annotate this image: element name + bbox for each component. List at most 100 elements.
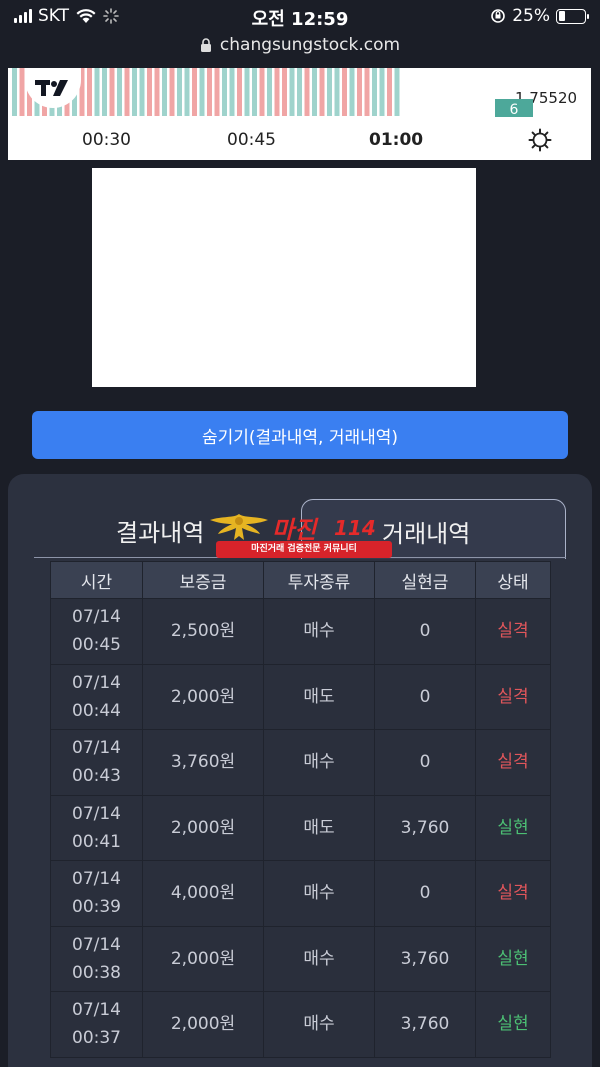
time-tick: 01:00 [369, 130, 424, 150]
cell-deposit: 2,000원 [142, 794, 264, 861]
table-row: 07/14 00:41 2,000원 매도 3,760 실현 [50, 794, 551, 861]
cell-status: 실격 [475, 860, 551, 927]
candle-bar [349, 68, 355, 116]
cell-realized: 0 [374, 663, 476, 730]
candle-bar [342, 68, 347, 116]
candle-bar [124, 68, 130, 116]
cell-deposit: 2,000원 [142, 663, 264, 730]
cell-status: 실현 [475, 991, 551, 1058]
table-row: 07/14 00:37 2,000원 매수 3,760 실현 [50, 991, 551, 1058]
cell-type: 매수 [263, 729, 375, 796]
cell-type: 매수 [263, 991, 375, 1058]
candle-bar [319, 68, 325, 116]
candle-bar [379, 68, 385, 116]
cell-realized: 0 [374, 860, 476, 927]
candle-bar [207, 68, 212, 116]
address-bar[interactable]: changsungstock.com [0, 32, 600, 58]
column-header-realized: 실현금 [374, 561, 476, 599]
cell-date-text: 07/14 [72, 607, 121, 628]
price-chart[interactable]: 1.75520 6 00:30 00:45 01:00 [8, 68, 591, 160]
cell-date-text: 07/14 [72, 1000, 121, 1021]
candle-bar [289, 68, 295, 116]
candle-bar [162, 68, 167, 116]
tab-result-history[interactable]: 결과내역 [116, 513, 204, 548]
candle-bar [222, 68, 227, 116]
watermark-subtitle: 마진거래 검증전문 커뮤니티 [216, 541, 392, 558]
candle-bar [214, 68, 220, 116]
candle-bar [334, 68, 340, 116]
candle-bar [117, 68, 122, 116]
candle-bar [312, 68, 317, 116]
cell-time-text: 00:44 [72, 700, 121, 721]
cell-time: 07/14 00:39 [50, 860, 143, 927]
cell-type: 매수 [263, 860, 375, 927]
cell-realized: 0 [374, 729, 476, 796]
candle-bar [304, 68, 310, 116]
battery-icon [556, 8, 589, 24]
cell-time-text: 00:38 [72, 962, 121, 983]
cell-date-text: 07/14 [72, 672, 121, 693]
cell-type: 매도 [263, 663, 375, 730]
hide-history-button[interactable]: 숨기기(결과내역, 거래내역) [32, 411, 568, 459]
candle-bar [259, 68, 265, 116]
column-header-time: 시간 [50, 561, 143, 599]
cell-status: 실현 [475, 794, 551, 861]
tradingview-icon [35, 80, 68, 96]
candle-bar [357, 68, 362, 116]
candle-bar [229, 68, 235, 116]
column-header-status: 상태 [475, 561, 551, 599]
time-tick: 00:45 [227, 130, 276, 150]
cell-time: 07/14 00:43 [50, 729, 143, 796]
cell-time-text: 00:43 [72, 766, 121, 787]
cell-date-text: 07/14 [72, 803, 121, 824]
cell-time: 07/14 00:38 [50, 925, 143, 992]
cell-realized: 3,760 [374, 991, 476, 1058]
cell-time: 07/14 00:44 [50, 663, 143, 730]
table-row: 07/14 00:45 2,500원 매수 0 실격 [50, 598, 551, 665]
cell-time-text: 00:39 [72, 897, 121, 918]
cell-deposit: 4,000원 [142, 860, 264, 927]
time-tick: 00:30 [82, 130, 131, 150]
candle-bar [177, 68, 182, 116]
settings-gear-icon[interactable] [528, 128, 552, 152]
candle-bar [109, 68, 115, 116]
cell-deposit: 3,760원 [142, 729, 264, 796]
cell-status: 실현 [475, 925, 551, 992]
cell-realized: 3,760 [374, 794, 476, 861]
candle-bar [252, 68, 257, 116]
time-axis: 00:30 00:45 01:00 [8, 130, 591, 154]
candle-bar [237, 68, 242, 116]
candle-bar [274, 68, 280, 116]
battery-percent: 25% [512, 6, 550, 26]
orientation-lock-icon [491, 9, 506, 23]
cell-status: 실격 [475, 663, 551, 730]
watermark-logo: 마진 114 마진거래 검증전문 커뮤니티 [208, 510, 398, 560]
cell-realized: 3,760 [374, 925, 476, 992]
cell-deposit: 2,000원 [142, 991, 264, 1058]
candle-bar [364, 68, 370, 116]
cell-time-text: 00:37 [72, 1028, 121, 1049]
candle-bar [192, 68, 197, 116]
cell-time: 07/14 00:41 [50, 794, 143, 861]
candle-bar [282, 68, 287, 116]
candle-bar [147, 68, 152, 116]
cell-time-text: 00:45 [72, 635, 121, 656]
candle-bar [169, 68, 175, 116]
candle-bar [102, 68, 107, 116]
watermark-number: 114 [334, 516, 376, 540]
table-row: 07/14 00:43 3,760원 매수 0 실격 [50, 729, 551, 796]
candle-bar [139, 68, 145, 116]
eagle-emblem-icon [210, 514, 268, 540]
table-row: 07/14 00:44 2,000원 매도 0 실격 [50, 663, 551, 730]
candle-bar [394, 68, 400, 116]
column-header-type: 투자종류 [263, 561, 375, 599]
cell-time: 07/14 00:37 [50, 991, 143, 1058]
cell-type: 매수 [263, 598, 375, 665]
cell-type: 매도 [263, 794, 375, 861]
price-badge: 6 [495, 99, 533, 118]
ad-placeholder [92, 168, 476, 387]
candle-bar [19, 68, 25, 116]
candle-bar [199, 68, 205, 116]
table-row: 07/14 00:39 4,000원 매수 0 실격 [50, 860, 551, 927]
table-row: 07/14 00:38 2,000원 매수 3,760 실현 [50, 925, 551, 992]
